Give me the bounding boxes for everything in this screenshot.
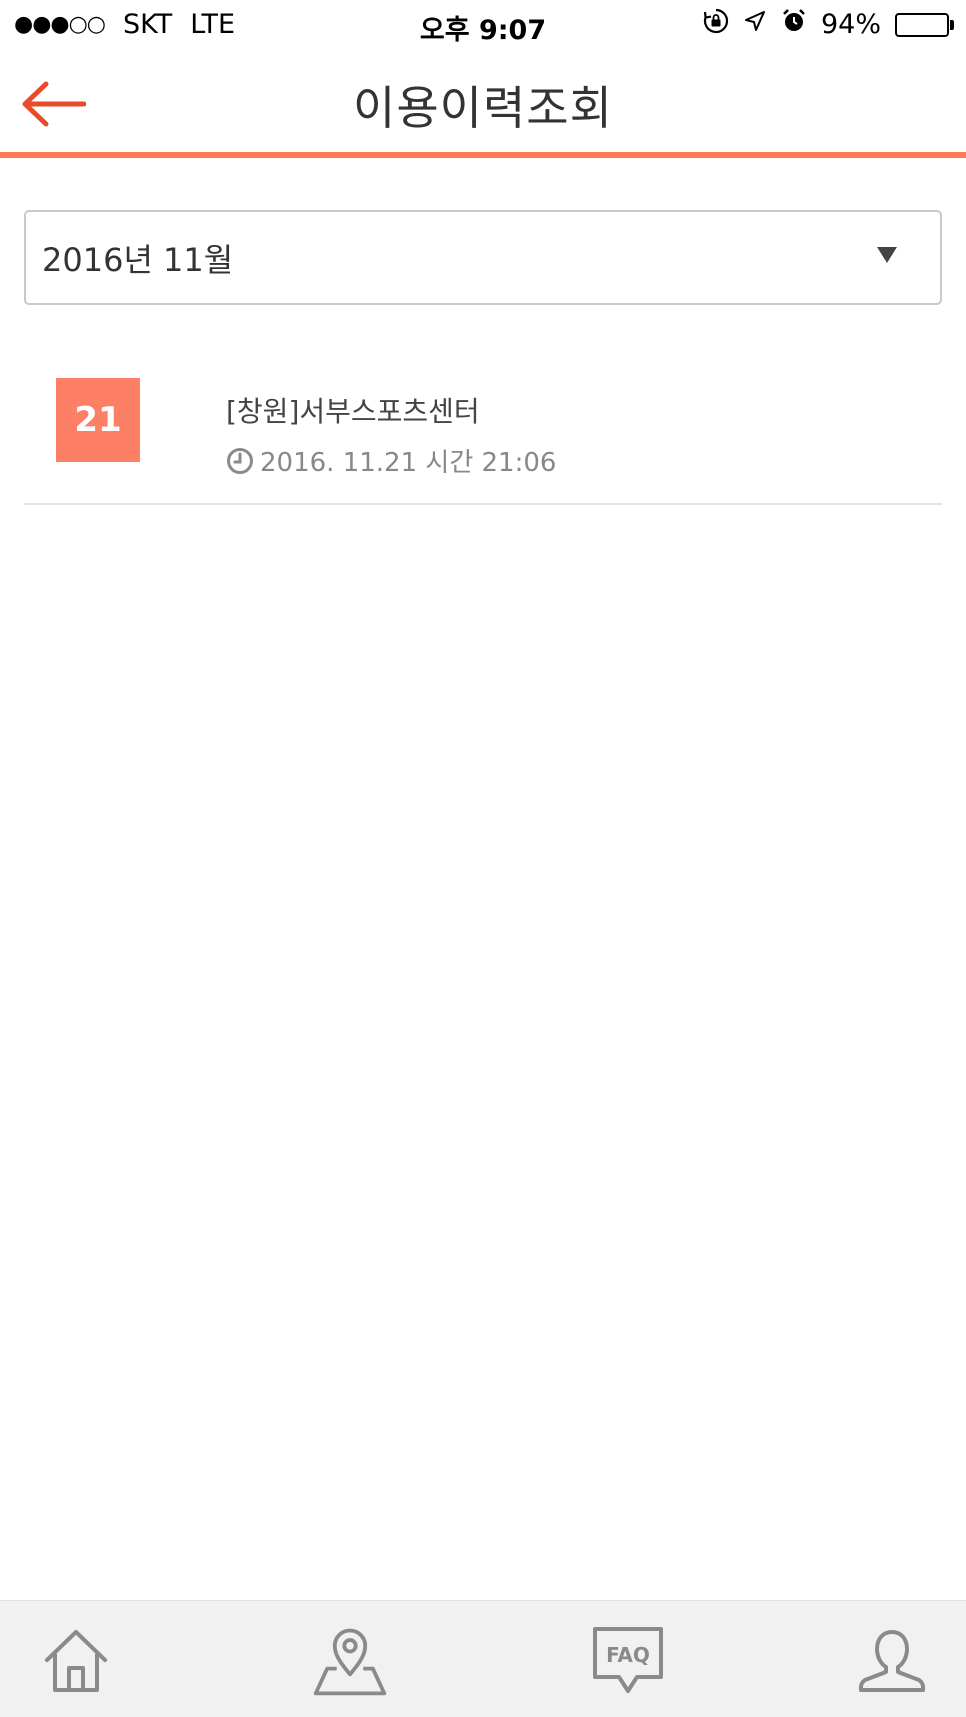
user-icon bbox=[859, 1630, 925, 1692]
history-list-item[interactable]: 21 [창원]서부스포츠센터 2016. 11.21 시간 21:06 bbox=[24, 350, 942, 505]
dropdown-triangle-icon bbox=[877, 247, 897, 263]
status-bar: ●●●○○ SKT LTE 오후 9:07 94% bbox=[0, 0, 966, 48]
nav-faq-button[interactable]: FAQ bbox=[588, 1623, 668, 1699]
day-badge: 21 bbox=[56, 378, 140, 462]
nav-map-button[interactable] bbox=[310, 1623, 390, 1699]
app-header: 이용이력조회 bbox=[0, 48, 966, 158]
status-right: 94% bbox=[703, 8, 954, 41]
nav-home-button[interactable] bbox=[36, 1623, 116, 1699]
home-icon bbox=[45, 1630, 107, 1692]
faq-label: FAQ bbox=[606, 1643, 650, 1667]
visit-datetime-row: 2016. 11.21 시간 21:06 bbox=[226, 442, 556, 479]
map-pin-icon bbox=[313, 1628, 387, 1696]
battery-percent: 94% bbox=[820, 9, 881, 40]
facility-name: [창원]서부스포츠센터 bbox=[226, 395, 480, 428]
bottom-nav: FAQ bbox=[0, 1600, 966, 1717]
rotation-lock-icon bbox=[703, 8, 729, 41]
clock-icon bbox=[227, 447, 253, 474]
app-screen: ●●●○○ SKT LTE 오후 9:07 94% 이용이력조회 2016년 1… bbox=[0, 0, 966, 1717]
visit-datetime: 2016. 11.21 시간 21:06 bbox=[260, 448, 557, 478]
page-title: 이용이력조회 bbox=[353, 81, 613, 135]
battery-icon bbox=[895, 12, 954, 37]
faq-icon: FAQ bbox=[593, 1627, 663, 1693]
nav-profile-button[interactable] bbox=[852, 1623, 932, 1699]
location-arrow-icon bbox=[743, 9, 767, 40]
month-select-value: 2016년 11월 bbox=[42, 240, 234, 279]
alarm-clock-icon bbox=[781, 8, 807, 41]
month-select[interactable]: 2016년 11월 bbox=[24, 210, 942, 305]
